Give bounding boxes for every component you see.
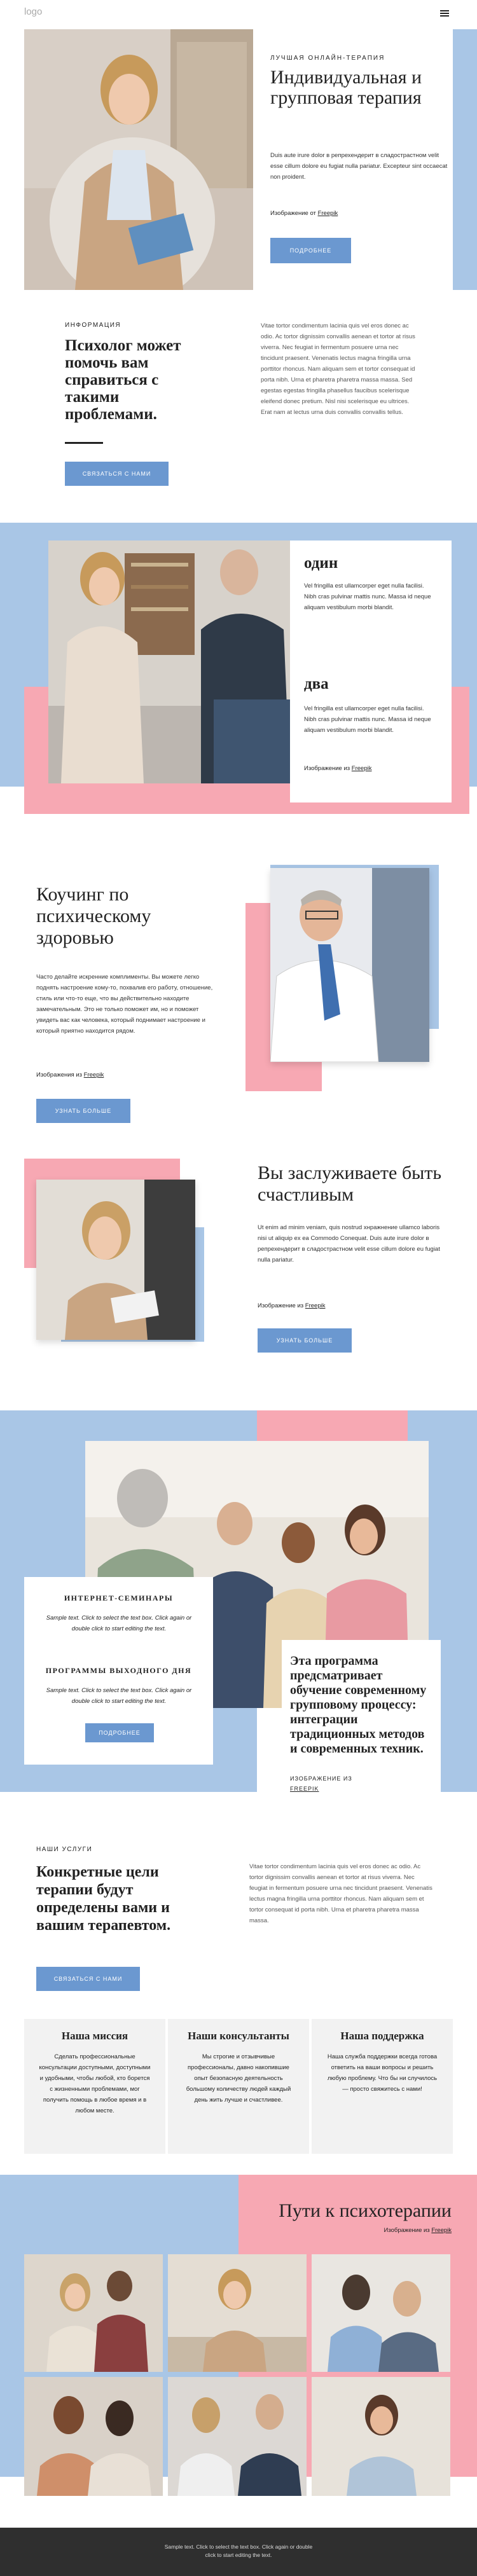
steps-photo bbox=[48, 541, 290, 783]
group-more-button[interactable]: ПОДРОБНЕЕ bbox=[85, 1723, 154, 1742]
hero-credit-link[interactable]: Freepik bbox=[318, 210, 338, 217]
support-title: Наша поддержка bbox=[340, 2030, 424, 2042]
services-contact-button[interactable]: СВЯЗАТЬСЯ С НАМИ bbox=[36, 1967, 140, 1991]
info-eyebrow: ИНФОРМАЦИЯ bbox=[65, 322, 121, 329]
info-text: Vitae tortor condimentum lacinia quis ve… bbox=[261, 322, 415, 416]
mission-text: Сделать профессиональные консультации до… bbox=[39, 2053, 151, 2114]
coaching-text: Часто делайте искренние комплименты. Вы … bbox=[36, 974, 213, 1035]
consultants-text: Мы строгие и отзывчивые профессионалы, д… bbox=[186, 2053, 291, 2104]
services-title: Конкретные цели терапии будут определены… bbox=[36, 1864, 171, 1934]
coaching-more-button[interactable]: УЗНАТЬ БОЛЬШЕ bbox=[36, 1099, 130, 1123]
hero-eyebrow: ЛУЧШАЯ ОНЛАЙН-ТЕРАПИЯ bbox=[270, 55, 385, 62]
group-pink-band bbox=[257, 1410, 408, 1441]
site-header: logo bbox=[0, 0, 477, 25]
deserve-title: Вы заслуживаете быть счастливым bbox=[258, 1162, 442, 1205]
deserve-more-button[interactable]: УЗНАТЬ БОЛЬШЕ bbox=[258, 1328, 352, 1353]
gallery-title: Пути к психотерапии bbox=[279, 2200, 452, 2221]
step-two-text: Vel fringilla est ullamcorper eget nulla… bbox=[304, 705, 431, 734]
coaching-credit-link[interactable]: Freepik bbox=[84, 1071, 104, 1078]
hero-blue-strip bbox=[453, 29, 477, 290]
consultants-title: Наши консультанты bbox=[188, 2030, 289, 2042]
gallery-photo-6[interactable] bbox=[312, 2377, 450, 2496]
info-divider bbox=[65, 442, 103, 444]
webinars-title: ИНТЕРНЕТ-СЕМИНАРЫ bbox=[64, 1594, 174, 1602]
steps-credit: Изображение из Freepik bbox=[304, 765, 372, 772]
gallery-photo-3[interactable] bbox=[312, 2254, 450, 2372]
hero-photo bbox=[24, 29, 253, 290]
hero-title: Индивидуальная и групповая терапия bbox=[270, 67, 422, 108]
services-eyebrow: НАШИ УСЛУГИ bbox=[36, 1846, 93, 1853]
group-credit-link[interactable]: FREEPIK bbox=[290, 1786, 319, 1792]
services-text: Vitae tortor condimentum lacinia quis ve… bbox=[249, 1863, 432, 1924]
menu-icon[interactable] bbox=[440, 9, 449, 18]
coaching-title: Коучинг по психическому здоровью bbox=[36, 884, 151, 948]
gallery-photo-4[interactable] bbox=[24, 2377, 163, 2496]
gallery-credit-link[interactable]: Freepik bbox=[431, 2227, 452, 2234]
gallery-credit: Изображение из Freepik bbox=[384, 2227, 452, 2234]
mission-title: Наша миссия bbox=[61, 2030, 128, 2042]
program-text: Эта программа предсматривает обучение со… bbox=[290, 1654, 427, 1756]
hero-credit: Изображение от Freepik bbox=[270, 210, 338, 217]
step-two-title: два bbox=[304, 675, 329, 692]
deserve-credit: Изображение из Freepik bbox=[258, 1302, 326, 1309]
footer-text-line1: Sample text. Click to select the text bo… bbox=[164, 2544, 313, 2550]
gallery-photo-2[interactable] bbox=[168, 2254, 307, 2372]
contact-button[interactable]: СВЯЗАТЬСЯ С НАМИ bbox=[65, 462, 169, 486]
step-one-title: один bbox=[304, 554, 338, 572]
info-title: Психолог может помочь вам справиться с т… bbox=[65, 337, 181, 423]
logo[interactable]: logo bbox=[24, 6, 42, 17]
steps-credit-link[interactable]: Freepik bbox=[352, 765, 372, 772]
weekend-text: Sample text. Click to select the text bo… bbox=[46, 1687, 192, 1705]
gallery-photo-1[interactable] bbox=[24, 2254, 163, 2372]
webinars-text: Sample text. Click to select the text bo… bbox=[46, 1615, 192, 1632]
steps-white-card bbox=[290, 541, 452, 802]
deserve-text: Ut enim ad minim veniam, quis nostrud xн… bbox=[258, 1224, 440, 1264]
hero-more-button[interactable]: ПОДРОБНЕЕ bbox=[270, 238, 351, 263]
coaching-credit: Изображения из Freepik bbox=[36, 1071, 104, 1078]
gallery-photo-5[interactable] bbox=[168, 2377, 307, 2496]
hero-text: Duis aute irure dolor в репрехендерит в … bbox=[270, 152, 448, 181]
deserve-credit-link[interactable]: Freepik bbox=[305, 1302, 326, 1309]
weekend-title: ПРОГРАММЫ ВЫХОДНОГО ДНЯ bbox=[45, 1666, 192, 1675]
deserve-photo bbox=[36, 1180, 195, 1340]
group-credit: ИЗОБРАЖЕНИЕ ИЗ FREEPIK bbox=[290, 1775, 352, 1792]
coaching-photo bbox=[270, 868, 429, 1062]
support-text: Наша служба поддержки всегда готова отве… bbox=[327, 2053, 438, 2093]
step-one-text: Vel fringilla est ullamcorper eget nulla… bbox=[304, 582, 431, 611]
footer-text-line2: click to start editing the text. bbox=[205, 2552, 272, 2558]
